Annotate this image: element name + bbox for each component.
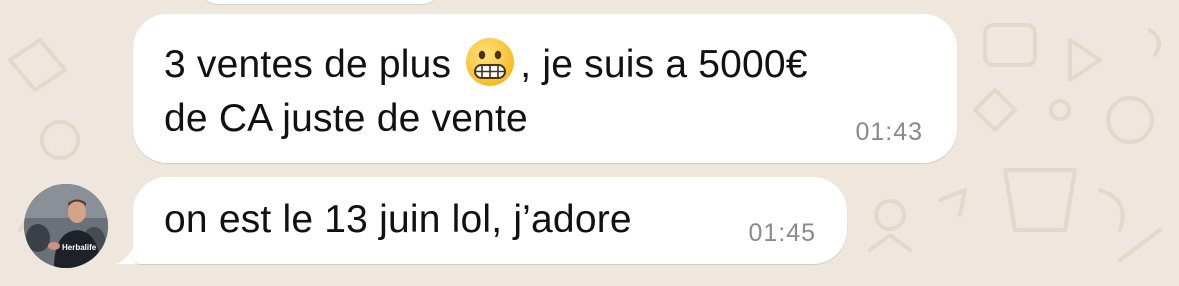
profile-photo: Herbalife [24,184,108,268]
message-text-line: de CA juste de vente [164,97,528,140]
message-timestamp: 01:45 [748,219,816,247]
message-bubble[interactable]: 3 ventes de plus , je suis a 5000€ de CA… [133,14,957,163]
grimacing-face-emoji [464,36,516,88]
message-text: , je suis a 5000€ [520,43,808,86]
sender-avatar[interactable]: Herbalife [24,184,108,268]
message-timestamp: 01:43 [855,118,923,146]
avatar-shirt-text: Herbalife [62,243,97,252]
message-text: on est le 13 juin lol, j’adore [164,198,632,241]
message-text-line: 3 ventes de plus , je suis a 5000€ [164,36,808,91]
previous-message-bubble-edge [200,0,440,4]
message-text: 3 ventes de plus [164,43,463,86]
message-bubble[interactable]: on est le 13 juin lol, j’adore 01:45 [133,177,847,264]
